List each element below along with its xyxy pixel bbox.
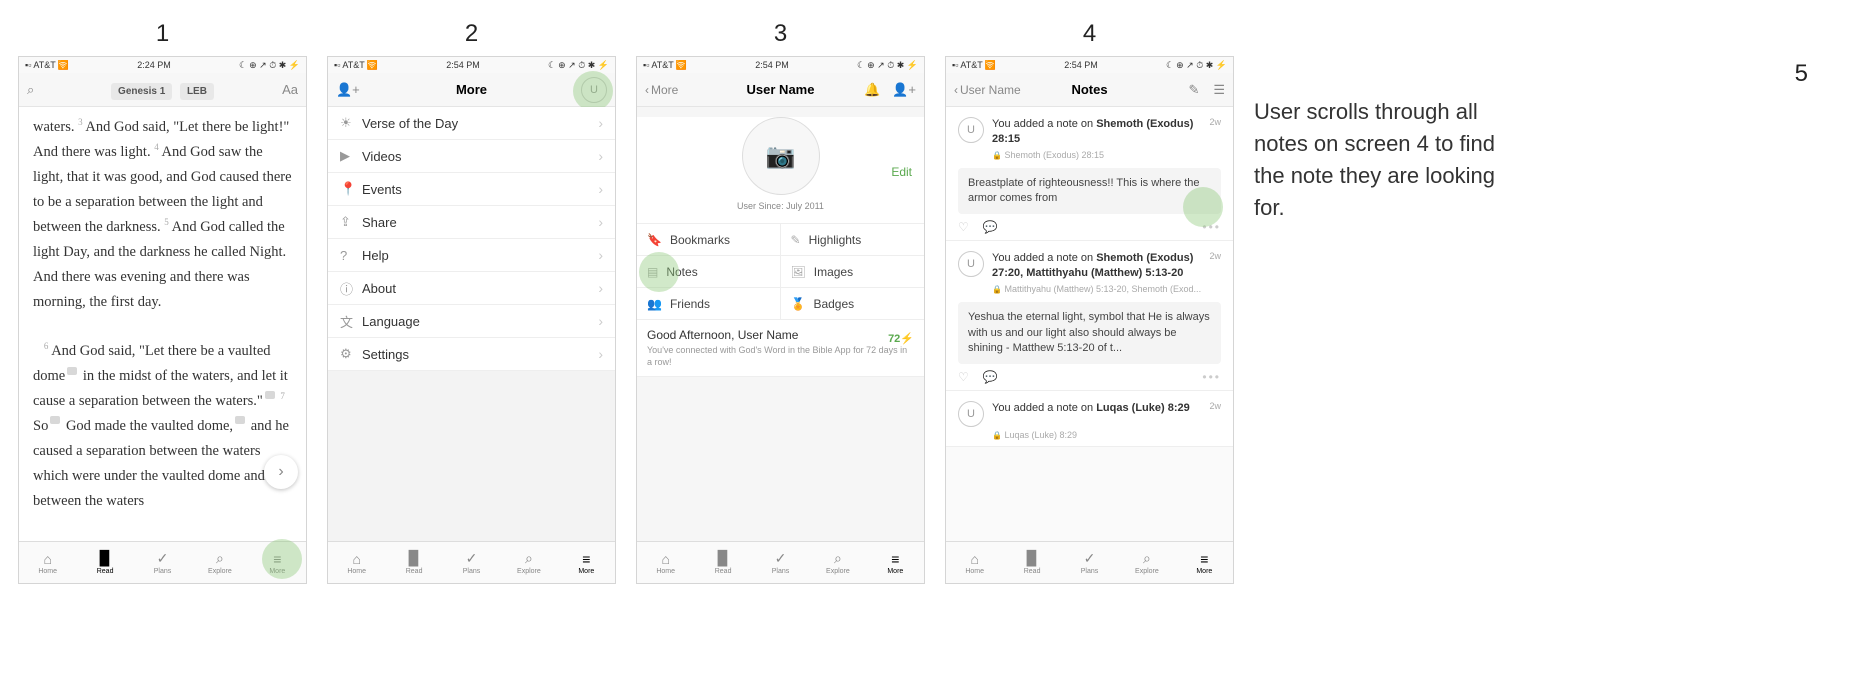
search-icon[interactable]: ⌕ — [27, 82, 34, 98]
streak-badge: 72⚡ — [888, 332, 914, 345]
note-card[interactable]: UYou added a note on Shemoth (Exodus) 28… — [946, 107, 1233, 241]
tab-more[interactable]: ≡More — [1176, 542, 1233, 583]
profile-item-bookmarks[interactable]: 🔖Bookmarks — [637, 224, 781, 256]
comment-icon[interactable]: 💬 — [983, 220, 998, 234]
font-icon[interactable]: Aa — [282, 82, 298, 97]
screen-1: ▪▫AT&T🛜 2:24 PM ☾⊕ ↗ ⏱ ✱ ⚡ ⌕ Genesis 1 L… — [18, 56, 307, 584]
profile-item-highlights[interactable]: ✎Highlights — [781, 224, 925, 256]
status-bar: ▪▫AT&T🛜 2:54 PM ☾⊕ ↗ ⏱ ✱ ⚡ — [637, 57, 924, 73]
profile-avatar-button[interactable]: U — [581, 77, 607, 103]
tab-bar: ⌂Home▉Read✓Plans⌕Explore≡More — [637, 541, 924, 583]
note-time: 2w — [1209, 251, 1221, 261]
user-since: User Since: July 2011 — [637, 201, 924, 211]
tab-plans[interactable]: ✓Plans — [1061, 542, 1118, 583]
greeting-card: Good Afternoon, User Name You've connect… — [637, 320, 924, 377]
tab-more[interactable]: ≡More — [249, 542, 306, 583]
comment-icon[interactable]: 💬 — [983, 370, 998, 384]
tab-read[interactable]: ▉Read — [694, 542, 751, 583]
screen-2: ▪▫AT&T🛜 2:54 PM ☾⊕ ↗ ⏱ ✱ ⚡ 👤+ More U ☀Ve… — [327, 56, 616, 584]
avatar-icon: U — [958, 251, 984, 277]
note-reference: 🔒 Luqas (Luke) 8:29 — [958, 430, 1221, 440]
menu-item-videos[interactable]: ▶Videos› — [328, 140, 615, 173]
tab-explore[interactable]: ⌕Explore — [191, 542, 248, 583]
back-button[interactable]: ‹ User Name — [954, 83, 1021, 97]
tab-home[interactable]: ⌂Home — [637, 542, 694, 583]
tab-bar: ⌂Home▉Read✓Plans⌕Explore≡More — [946, 541, 1233, 583]
avatar-icon: U — [958, 117, 984, 143]
status-bar: ▪▫AT&T🛜 2:54 PM ☾⊕ ↗ ⏱ ✱ ⚡ — [328, 57, 615, 73]
screen-number-1: 1 — [156, 20, 169, 48]
note-body: Yeshua the eternal light, symbol that He… — [958, 302, 1221, 364]
tab-home[interactable]: ⌂Home — [19, 542, 76, 583]
more-navbar: 👤+ More U — [328, 73, 615, 107]
note-reference: 🔒 Shemoth (Exodus) 28:15 — [958, 150, 1221, 160]
screen-number-2: 2 — [465, 20, 478, 48]
tab-plans[interactable]: ✓Plans — [752, 542, 809, 583]
note-time: 2w — [1209, 401, 1221, 411]
tab-explore[interactable]: ⌕Explore — [500, 542, 557, 583]
status-bar: ▪▫AT&T🛜 2:24 PM ☾⊕ ↗ ⏱ ✱ ⚡ — [19, 57, 306, 73]
menu-item-help[interactable]: ?Help› — [328, 239, 615, 272]
instruction-text: User scrolls through all notes on screen… — [1254, 96, 1524, 224]
list-icon[interactable]: ☰ — [1213, 82, 1225, 98]
notes-list[interactable]: UYou added a note on Shemoth (Exodus) 28… — [946, 107, 1233, 541]
tab-plans[interactable]: ✓Plans — [134, 542, 191, 583]
note-card[interactable]: UYou added a note on Shemoth (Exodus) 27… — [946, 241, 1233, 391]
tab-more[interactable]: ≡More — [558, 542, 615, 583]
profile-item-badges[interactable]: 🏅Badges — [781, 288, 925, 320]
heart-icon[interactable]: ♡ — [958, 370, 969, 384]
screen-4: ▪▫AT&T🛜 2:54 PM ☾⊕ ↗ ⏱ ✱ ⚡ ‹ User Name N… — [945, 56, 1234, 584]
profile-item-notes[interactable]: ▤Notes — [637, 256, 781, 288]
note-card[interactable]: UYou added a note on Luqas (Luke) 8:292w… — [946, 391, 1233, 447]
screen-3: ▪▫AT&T🛜 2:54 PM ☾⊕ ↗ ⏱ ✱ ⚡ ‹ More User N… — [636, 56, 925, 584]
reference-pill[interactable]: Genesis 1 — [111, 83, 172, 100]
tab-read[interactable]: ▉Read — [1003, 542, 1060, 583]
screen-number-5: 5 — [1254, 60, 1838, 88]
reader-navbar: ⌕ Genesis 1 LEB Aa — [19, 73, 306, 107]
screen-number-4: 4 — [1083, 20, 1096, 48]
more-menu: ☀Verse of the Day›▶Videos›📍Events›⇪Share… — [328, 107, 615, 541]
screen-number-3: 3 — [774, 20, 787, 48]
tab-explore[interactable]: ⌕Explore — [809, 542, 866, 583]
tab-home[interactable]: ⌂Home — [328, 542, 385, 583]
tab-more[interactable]: ≡More — [867, 542, 924, 583]
profile-item-friends[interactable]: 👥Friends — [637, 288, 781, 320]
menu-item-about[interactable]: ⓘAbout› — [328, 272, 615, 305]
menu-item-share[interactable]: ⇪Share› — [328, 206, 615, 239]
menu-item-events[interactable]: 📍Events› — [328, 173, 615, 206]
back-button[interactable]: ‹ More — [645, 83, 678, 97]
note-body: Breastplate of righteousness!! This is w… — [958, 168, 1221, 215]
heart-icon[interactable]: ♡ — [958, 220, 969, 234]
tab-read[interactable]: ▉Read — [76, 542, 133, 583]
tab-read[interactable]: ▉Read — [385, 542, 442, 583]
add-friend-icon[interactable]: 👤+ — [336, 82, 360, 98]
menu-item-settings[interactable]: ⚙Settings› — [328, 338, 615, 371]
bell-icon[interactable]: 🔔 — [864, 82, 880, 98]
tab-plans[interactable]: ✓Plans — [443, 542, 500, 583]
menu-item-language[interactable]: 文Language› — [328, 305, 615, 338]
tab-bar: ⌂Home▉Read✓Plans⌕Explore≡More — [19, 541, 306, 583]
reader-content[interactable]: waters. 3 And God said, "Let there be li… — [19, 107, 306, 541]
profile-navbar: ‹ More User Name 🔔 👤+ — [637, 73, 924, 107]
avatar-icon: U — [958, 401, 984, 427]
tab-bar: ⌂Home▉Read✓Plans⌕Explore≡More — [328, 541, 615, 583]
compose-icon[interactable]: ✎ — [1188, 82, 1199, 98]
notes-navbar: ‹ User Name Notes ✎ ☰ — [946, 73, 1233, 107]
profile-content: 📷 Edit User Since: July 2011 🔖Bookmarks✎… — [637, 107, 924, 541]
tab-home[interactable]: ⌂Home — [946, 542, 1003, 583]
more-icon[interactable]: ••• — [1202, 220, 1221, 234]
menu-item-verse-of-the-day[interactable]: ☀Verse of the Day› — [328, 107, 615, 140]
add-friend-icon[interactable]: 👤+ — [892, 82, 916, 98]
more-icon[interactable]: ••• — [1202, 370, 1221, 384]
edit-button[interactable]: Edit — [891, 165, 912, 179]
profile-item-images[interactable]: 🖼Images — [781, 256, 925, 288]
version-pill[interactable]: LEB — [180, 83, 214, 100]
note-time: 2w — [1209, 117, 1221, 127]
note-reference: 🔒 Mattithyahu (Matthew) 5:13-20, Shemoth… — [958, 284, 1221, 294]
next-chapter-button[interactable]: › — [264, 455, 298, 489]
status-bar: ▪▫AT&T🛜 2:54 PM ☾⊕ ↗ ⏱ ✱ ⚡ — [946, 57, 1233, 73]
tab-explore[interactable]: ⌕Explore — [1118, 542, 1175, 583]
profile-photo[interactable]: 📷 — [742, 117, 820, 195]
